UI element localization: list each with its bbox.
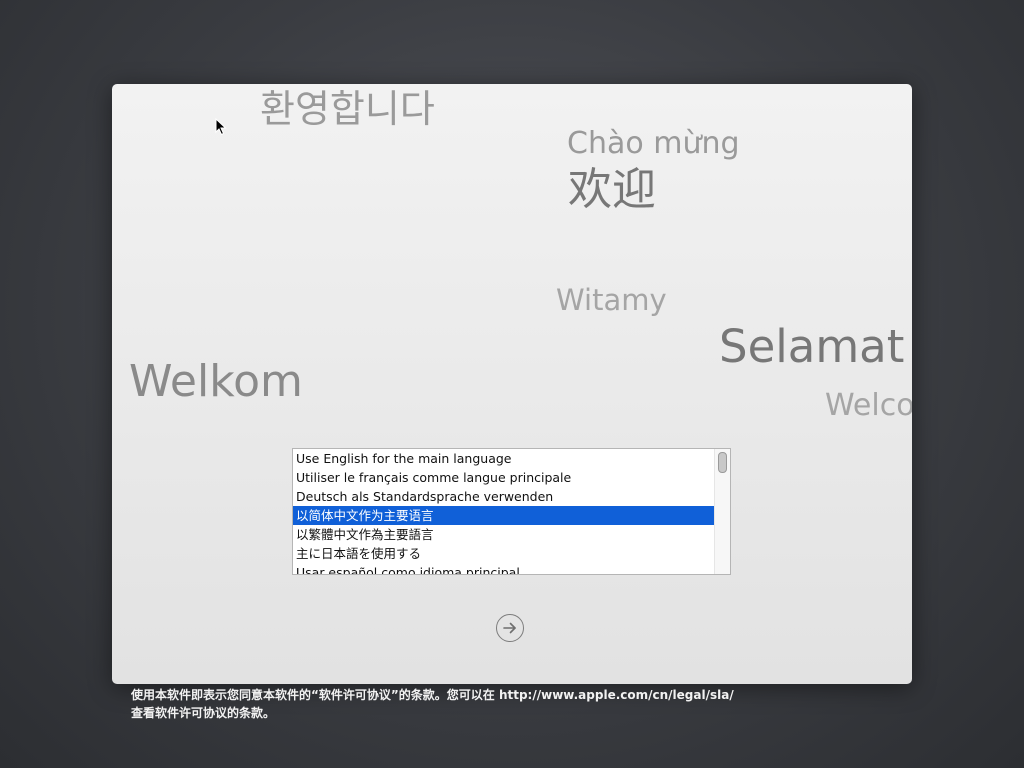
continue-button[interactable] [496,614,524,642]
license-line-2: 查看软件许可协议的条款。 [131,706,276,720]
language-list-scrollbar[interactable] [714,449,730,574]
license-agreement-text: 使用本软件即表示您同意本软件的“软件许可协议”的条款。您可以在 http://w… [131,686,851,722]
greeting-polish: Witamy [556,283,667,317]
greeting-dutch: Welkom [129,356,303,407]
greeting-korean: 환영합니다 [260,87,435,131]
greeting-vietnamese: Chào mừng [567,126,740,161]
language-option-japanese[interactable]: 主に日本語を使用する [293,544,715,563]
scrollbar-thumb[interactable] [718,452,727,473]
license-line-1: 使用本软件即表示您同意本软件的“软件许可协议”的条款。您可以在 http://w… [131,688,734,702]
language-option-german[interactable]: Deutsch als Standardsprache verwenden [293,487,715,506]
greeting-english: Welcome [825,388,912,423]
greeting-indonesian: Selamat Datang [719,320,912,373]
language-list[interactable]: Use English for the main language Utilis… [292,448,731,575]
greeting-chinese: 欢迎 [568,164,656,215]
language-option-french[interactable]: Utiliser le français comme langue princi… [293,468,715,487]
mouse-pointer-icon [215,118,227,136]
language-option-traditional-chinese[interactable]: 以繁體中文作為主要語言 [293,525,715,544]
language-option-simplified-chinese[interactable]: 以简体中文作为主要语言 [293,506,715,525]
language-option-english[interactable]: Use English for the main language [293,449,715,468]
arrow-right-circle-icon [503,622,516,634]
language-setup-panel: 환영합니다 Chào mừng 欢迎 Witamy Selamat Datang… [112,84,912,684]
language-option-spanish[interactable]: Usar español como idioma principal [293,563,715,574]
